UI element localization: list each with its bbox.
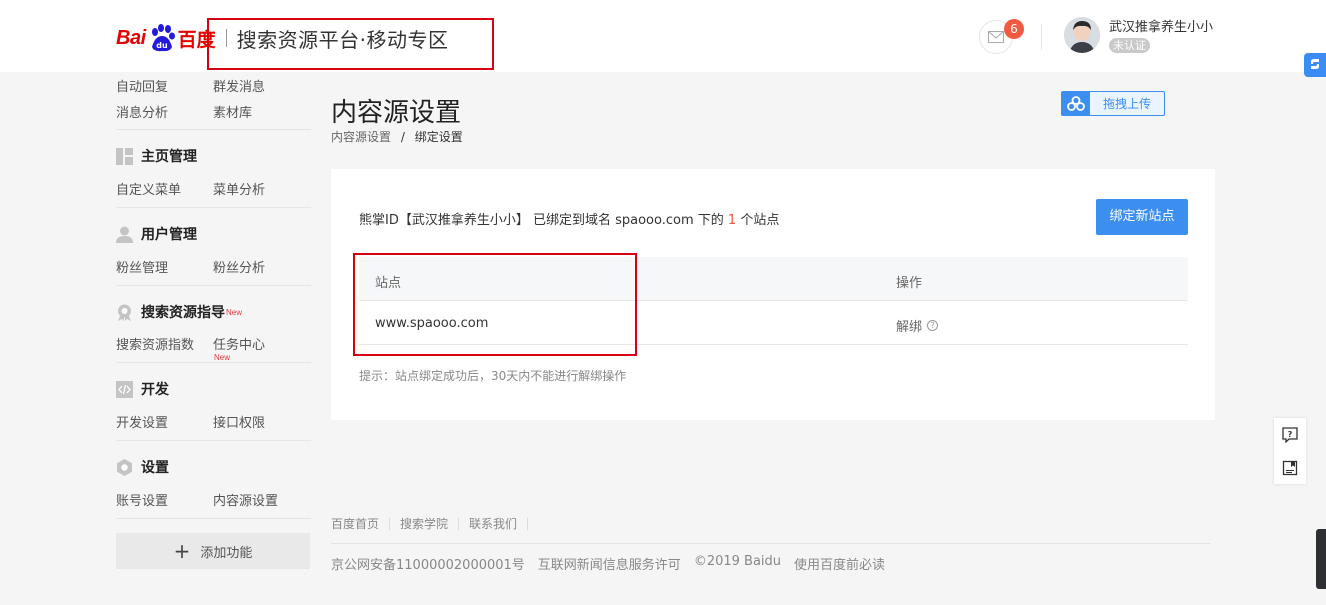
annotation-box-site [353,253,637,356]
award-badge-icon [116,304,133,321]
sidebar-item-search-index[interactable]: 搜索资源指数 [116,334,213,369]
footer-copyright: 京公网安备11000002000001号 互联网新闻信息服务许可 ©2019 B… [331,554,898,573]
sidebar-row: 自定义菜单 菜单分析 [116,179,311,198]
verify-status-badge: 未认证 [1109,38,1150,53]
sidebar-item-mass-message[interactable]: 群发消息 [213,76,310,95]
footer-icp[interactable]: 京公网安备11000002000001号 [331,554,525,573]
sidebar-divider [116,440,311,441]
unbind-link[interactable]: 解绑 [896,316,922,335]
new-badge: New [226,307,243,317]
footer-copyright-text: ©2019 Baidu [693,554,782,569]
edge-widget[interactable] [1316,529,1326,589]
envelope-icon [988,28,1004,47]
question-help-icon[interactable]: ? [927,320,939,331]
binding-info-prefix: 熊掌ID【武汉推拿养生小小】 已绑定到域名 spaooo.com 下的 [359,213,728,228]
user-icon [116,226,133,243]
binding-tip: 提示：站点绑定成功后，30天内不能进行解绑操作 [359,369,627,383]
avatar[interactable] [1064,17,1100,53]
baidu-paw-icon: du [147,23,177,53]
sidebar-row: 消息分析 素材库 [116,102,311,121]
sidebar-section-search-guide: 搜索资源指导 New [116,302,242,322]
footer-link-search-academy[interactable]: 搜索学院 [390,518,460,530]
sidebar-item-menu-analysis[interactable]: 菜单分析 [213,179,310,198]
code-icon [116,380,133,398]
feedback-question-icon[interactable]: ? [1281,426,1299,444]
report-icon[interactable] [1281,459,1299,477]
sidebar-item-task-center[interactable]: 任务中心New [213,334,310,369]
sidebar-item-label: 任务中心 [213,338,266,353]
cloud-upload-icon [1062,92,1090,115]
annotation-box-title [207,18,494,70]
sidebar-item-account-settings[interactable]: 账号设置 [116,490,213,509]
footer-news-license[interactable]: 互联网新闻信息服务许可 [538,554,681,573]
sidebar-divider [116,285,311,286]
sidebar-item-auto-reply[interactable]: 自动回复 [116,76,213,95]
sidebar-divider [116,207,311,208]
floating-toolbar: ? [1274,418,1306,484]
page-title: 内容源设置 [331,98,462,128]
unbind-action[interactable]: 解绑 ? [896,316,939,335]
svg-text:du: du [156,41,168,50]
binding-info: 熊掌ID【武汉推拿养生小小】 已绑定到域名 spaooo.com 下的 1 个站… [359,209,779,228]
bind-new-site-button[interactable]: 绑定新站点 [1096,199,1188,235]
sidebar-item-fans-management[interactable]: 粉丝管理 [116,257,213,276]
sidebar-section-users: 用户管理 [116,224,197,244]
sidebar-section-title: 用户管理 [141,227,197,243]
sidebar-item-dev-settings[interactable]: 开发设置 [116,412,213,431]
sidebar-item-message-analysis[interactable]: 消息分析 [116,102,213,121]
footer-link-baidu-home[interactable]: 百度首页 [331,518,391,530]
sidebar-item-api-permissions[interactable]: 接口权限 [213,412,310,431]
breadcrumb: 内容源设置 / 绑定设置 [331,128,463,145]
mail-count-badge: 6 [1004,19,1024,39]
username[interactable]: 武汉推拿养生小小 [1109,16,1213,35]
drag-upload-button[interactable]: 拖拽上传 [1061,91,1165,116]
sidebar-item-custom-menu[interactable]: 自定义菜单 [116,179,213,198]
sidebar-section-settings: 设置 [116,457,169,477]
sidebar-row: 粉丝管理 粉丝分析 [116,257,311,276]
sidebar-divider [116,518,311,519]
sidebar-row: 开发设置 接口权限 [116,412,311,431]
footer-divider [331,543,1210,544]
drag-upload-label: 拖拽上传 [1102,97,1151,111]
header-divider [1041,24,1042,50]
sidebar-section-title: 开发 [141,382,169,398]
column-header-action: 操作 [896,276,923,291]
binding-info-suffix: 个站点 [736,213,780,228]
sidebar-row: 搜索资源指数 任务中心New [116,334,311,369]
breadcrumb-parent[interactable]: 内容源设置 [331,130,391,144]
sidebar-item-content-source-settings[interactable]: 内容源设置 [213,490,310,509]
logo-text: Bai [116,26,146,49]
sidebar-section-title: 主页管理 [141,149,197,165]
breadcrumb-current: 绑定设置 [414,130,463,144]
add-function-button[interactable]: + 添加功能 [116,533,310,569]
plus-icon: + [173,539,191,563]
gear-icon [116,458,133,476]
sidebar-divider [116,362,311,363]
sidebar-item-material-library[interactable]: 素材库 [213,102,310,121]
svg-text:?: ? [1288,430,1293,439]
app-icon [1308,56,1322,75]
grid-layout-icon [116,147,133,165]
new-badge: New [214,353,231,362]
sidebar-section-title: 设置 [141,460,169,476]
sidebar-section-title: 搜索资源指导 [141,305,225,321]
top-header: Bai du 百度 搜索资源平台·移动专区 6 武汉推拿养生小小 未认证 [0,0,1326,72]
footer-link-contact[interactable]: 联系我们 [459,518,529,530]
sidebar-row: 自动回复 群发消息 [116,76,311,95]
add-function-label: 添加功能 [200,545,253,561]
sidebar-divider [116,129,311,130]
footer-links: 百度首页 搜索学院 联系我们 [331,518,529,530]
breadcrumb-separator: / [400,130,405,144]
side-edge-tab[interactable] [1304,53,1326,77]
sidebar-section-develop: 开发 [116,379,169,399]
sidebar-row: 账号设置 内容源设置 [116,490,311,509]
sidebar-item-fans-analysis[interactable]: 粉丝分析 [213,257,310,276]
site-count: 1 [727,213,737,228]
footer-terms-link[interactable]: 使用百度前必读 [794,554,885,573]
sidebar-section-homepage: 主页管理 [116,146,197,166]
